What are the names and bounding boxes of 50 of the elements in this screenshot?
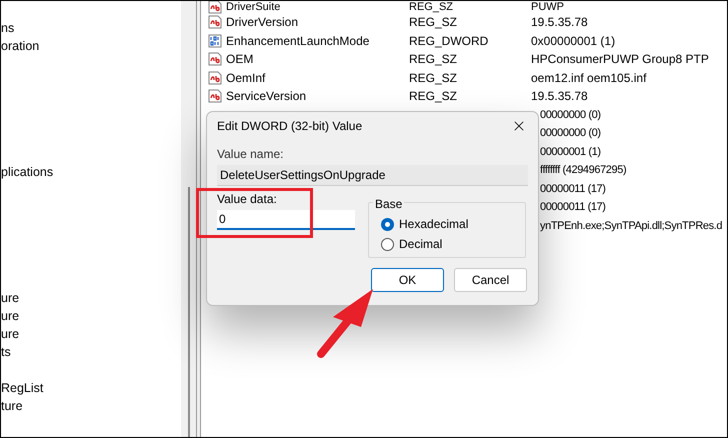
value-data-field[interactable]: 0 <box>217 210 355 230</box>
value-data: ynTPEnh.exe;SynTPApi.dll;SynTPRes.d <box>540 218 722 234</box>
value-data: 00000011 (17) <box>540 182 606 196</box>
tree-item[interactable]: ure <box>1 289 20 307</box>
value-data: 0x00000001 (1) <box>531 32 616 50</box>
value-name-label: Value name: <box>217 146 284 163</box>
value-name-field: DeleteUserSettingsOnUpgrade <box>217 165 528 186</box>
string-value-icon <box>208 52 222 66</box>
value-name[interactable]: OemInf <box>226 68 266 87</box>
value-data: 19.5.35.78 <box>531 88 588 106</box>
binary-value-icon <box>208 34 222 48</box>
tree-item[interactable]: ns <box>1 19 14 37</box>
value-data: 00000000 (0) <box>540 126 601 141</box>
value-data-label: Value data: <box>217 191 278 208</box>
value-data: 00000011 (17) <box>540 200 606 215</box>
tree-item[interactable]: RegList <box>1 379 44 397</box>
value-type: REG_DWORD <box>409 32 490 50</box>
tree-item[interactable]: ure <box>1 307 20 325</box>
tree-item[interactable]: oration <box>1 37 40 55</box>
value-type: REG_SZ <box>409 14 458 32</box>
value-name[interactable]: OEM <box>226 50 254 68</box>
value-type: REG_SZ <box>409 88 458 106</box>
tree-item[interactable]: ture <box>1 397 23 415</box>
value-type: REG_SZ <box>409 51 458 68</box>
value-data: PUWP <box>531 1 564 13</box>
value-type: REG_SZ <box>409 1 454 13</box>
value-name[interactable]: DriverSuite <box>226 1 280 13</box>
value-data: 19.5.35.78 <box>531 14 588 32</box>
tree-item[interactable]: ts <box>1 343 11 361</box>
tree-item[interactable]: plications <box>1 163 54 181</box>
value-data: 00000001 (1) <box>540 144 601 160</box>
dialog-button[interactable]: Cancel <box>454 268 527 292</box>
string-value-icon <box>208 15 222 30</box>
tree-item[interactable]: ure <box>1 325 20 343</box>
value-data: 00000000 (0) <box>540 108 601 122</box>
value-data: HPConsumerPUWP Group8 PTP <box>531 51 709 68</box>
value-data: oem12.inf oem105.inf <box>531 70 646 87</box>
string-value-icon <box>208 89 222 104</box>
value-type: REG_SZ <box>409 70 458 87</box>
radio-label: Hexadecimal <box>399 216 468 233</box>
value-name[interactable]: ServiceVersion <box>226 87 306 106</box>
value-data: ffffffff (4294967295) <box>540 163 626 178</box>
radio-button[interactable] <box>381 238 394 250</box>
dialog-title: Edit DWORD (32-bit) Value <box>217 118 362 135</box>
radio-button[interactable] <box>381 218 394 230</box>
value-name[interactable]: EnhancementLaunchMode <box>226 32 370 50</box>
string-value-icon <box>208 70 222 85</box>
radio-label: Decimal <box>399 236 442 253</box>
value-name[interactable]: DriverVersion <box>226 13 298 32</box>
dialog-button[interactable]: OK <box>371 268 444 292</box>
